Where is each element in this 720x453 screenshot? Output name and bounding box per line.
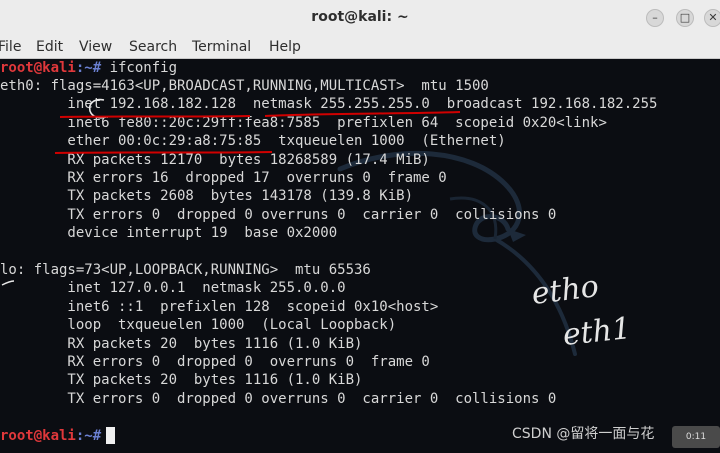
output-line: inet6 ::1 prefixlen 128 scopeid 0x10<hos…	[0, 298, 439, 315]
menu-bar: File Edit View Search Terminal Help	[0, 36, 720, 59]
window-title: root@kali: ~	[311, 9, 409, 25]
menu-edit[interactable]: Edit	[36, 39, 63, 55]
menu-file[interactable]: File	[0, 39, 21, 55]
close-button[interactable]: ✕	[704, 9, 720, 27]
output-line: ether 00:0c:29:a8:75:85 txqueuelen 1000 …	[0, 133, 506, 150]
output-line: RX errors 0 dropped 0 overruns 0 frame 0	[0, 354, 430, 370]
output-line: RX packets 20 bytes 1116 (1.0 KiB)	[0, 335, 363, 352]
output-line: inet 192.168.182.128 netmask 255.255.255…	[0, 96, 658, 113]
output-line: loop txqueuelen 1000 (Local Loopback)	[0, 317, 397, 334]
output-line: inet 127.0.0.1 netmask 255.0.0.0	[0, 280, 346, 297]
menu-search[interactable]: Search	[129, 39, 177, 55]
terminal-cursor	[106, 427, 115, 444]
menu-terminal[interactable]: Terminal	[192, 39, 251, 55]
output-line: RX errors 16 dropped 17 overruns 0 frame…	[0, 170, 447, 186]
corner-badge: 0:11	[672, 426, 720, 448]
prompt-user-current: root@kali	[0, 428, 76, 444]
prompt-user: root@kali	[0, 60, 76, 76]
prompt-line: root@kali:~# ifconfig	[0, 59, 177, 77]
output-line: TX errors 0 dropped 0 overruns 0 carrier…	[0, 390, 557, 407]
output-line: TX packets 20 bytes 1116 (1.0 KiB)	[0, 372, 363, 389]
minimize-button[interactable]: –	[646, 9, 664, 27]
output-line: TX packets 2608 bytes 143178 (139.8 KiB)	[0, 188, 414, 205]
terminal-area[interactable]: root@kali:~# ifconfig eth0: flags=4163<U…	[0, 59, 720, 453]
output-line: device interrupt 19 base 0x2000	[0, 225, 338, 242]
csdn-watermark: CSDN @留将一面与花	[512, 426, 655, 442]
window-titlebar[interactable]: root@kali: ~ – □ ✕	[0, 0, 720, 37]
output-line: inet6 fe80::20c:29ff:fea8:7585 prefixlen…	[0, 114, 607, 131]
menu-help[interactable]: Help	[269, 39, 301, 55]
output-line: TX errors 0 dropped 0 overruns 0 carrier…	[0, 206, 557, 223]
prompt-line-current: root@kali:~#	[0, 427, 110, 445]
menu-view[interactable]: View	[79, 39, 112, 55]
output-line: lo: flags=73<UP,LOOPBACK,RUNNING> mtu 65…	[0, 262, 371, 278]
output-line: RX packets 12170 bytes 18268589 (17.4 Mi…	[0, 151, 430, 168]
prompt-path: :~#	[75, 60, 110, 76]
maximize-button[interactable]: □	[676, 9, 694, 27]
command-text: ifconfig	[109, 60, 178, 76]
prompt-path-current: :~#	[75, 428, 110, 444]
output-line: eth0: flags=4163<UP,BROADCAST,RUNNING,MU…	[0, 78, 489, 94]
